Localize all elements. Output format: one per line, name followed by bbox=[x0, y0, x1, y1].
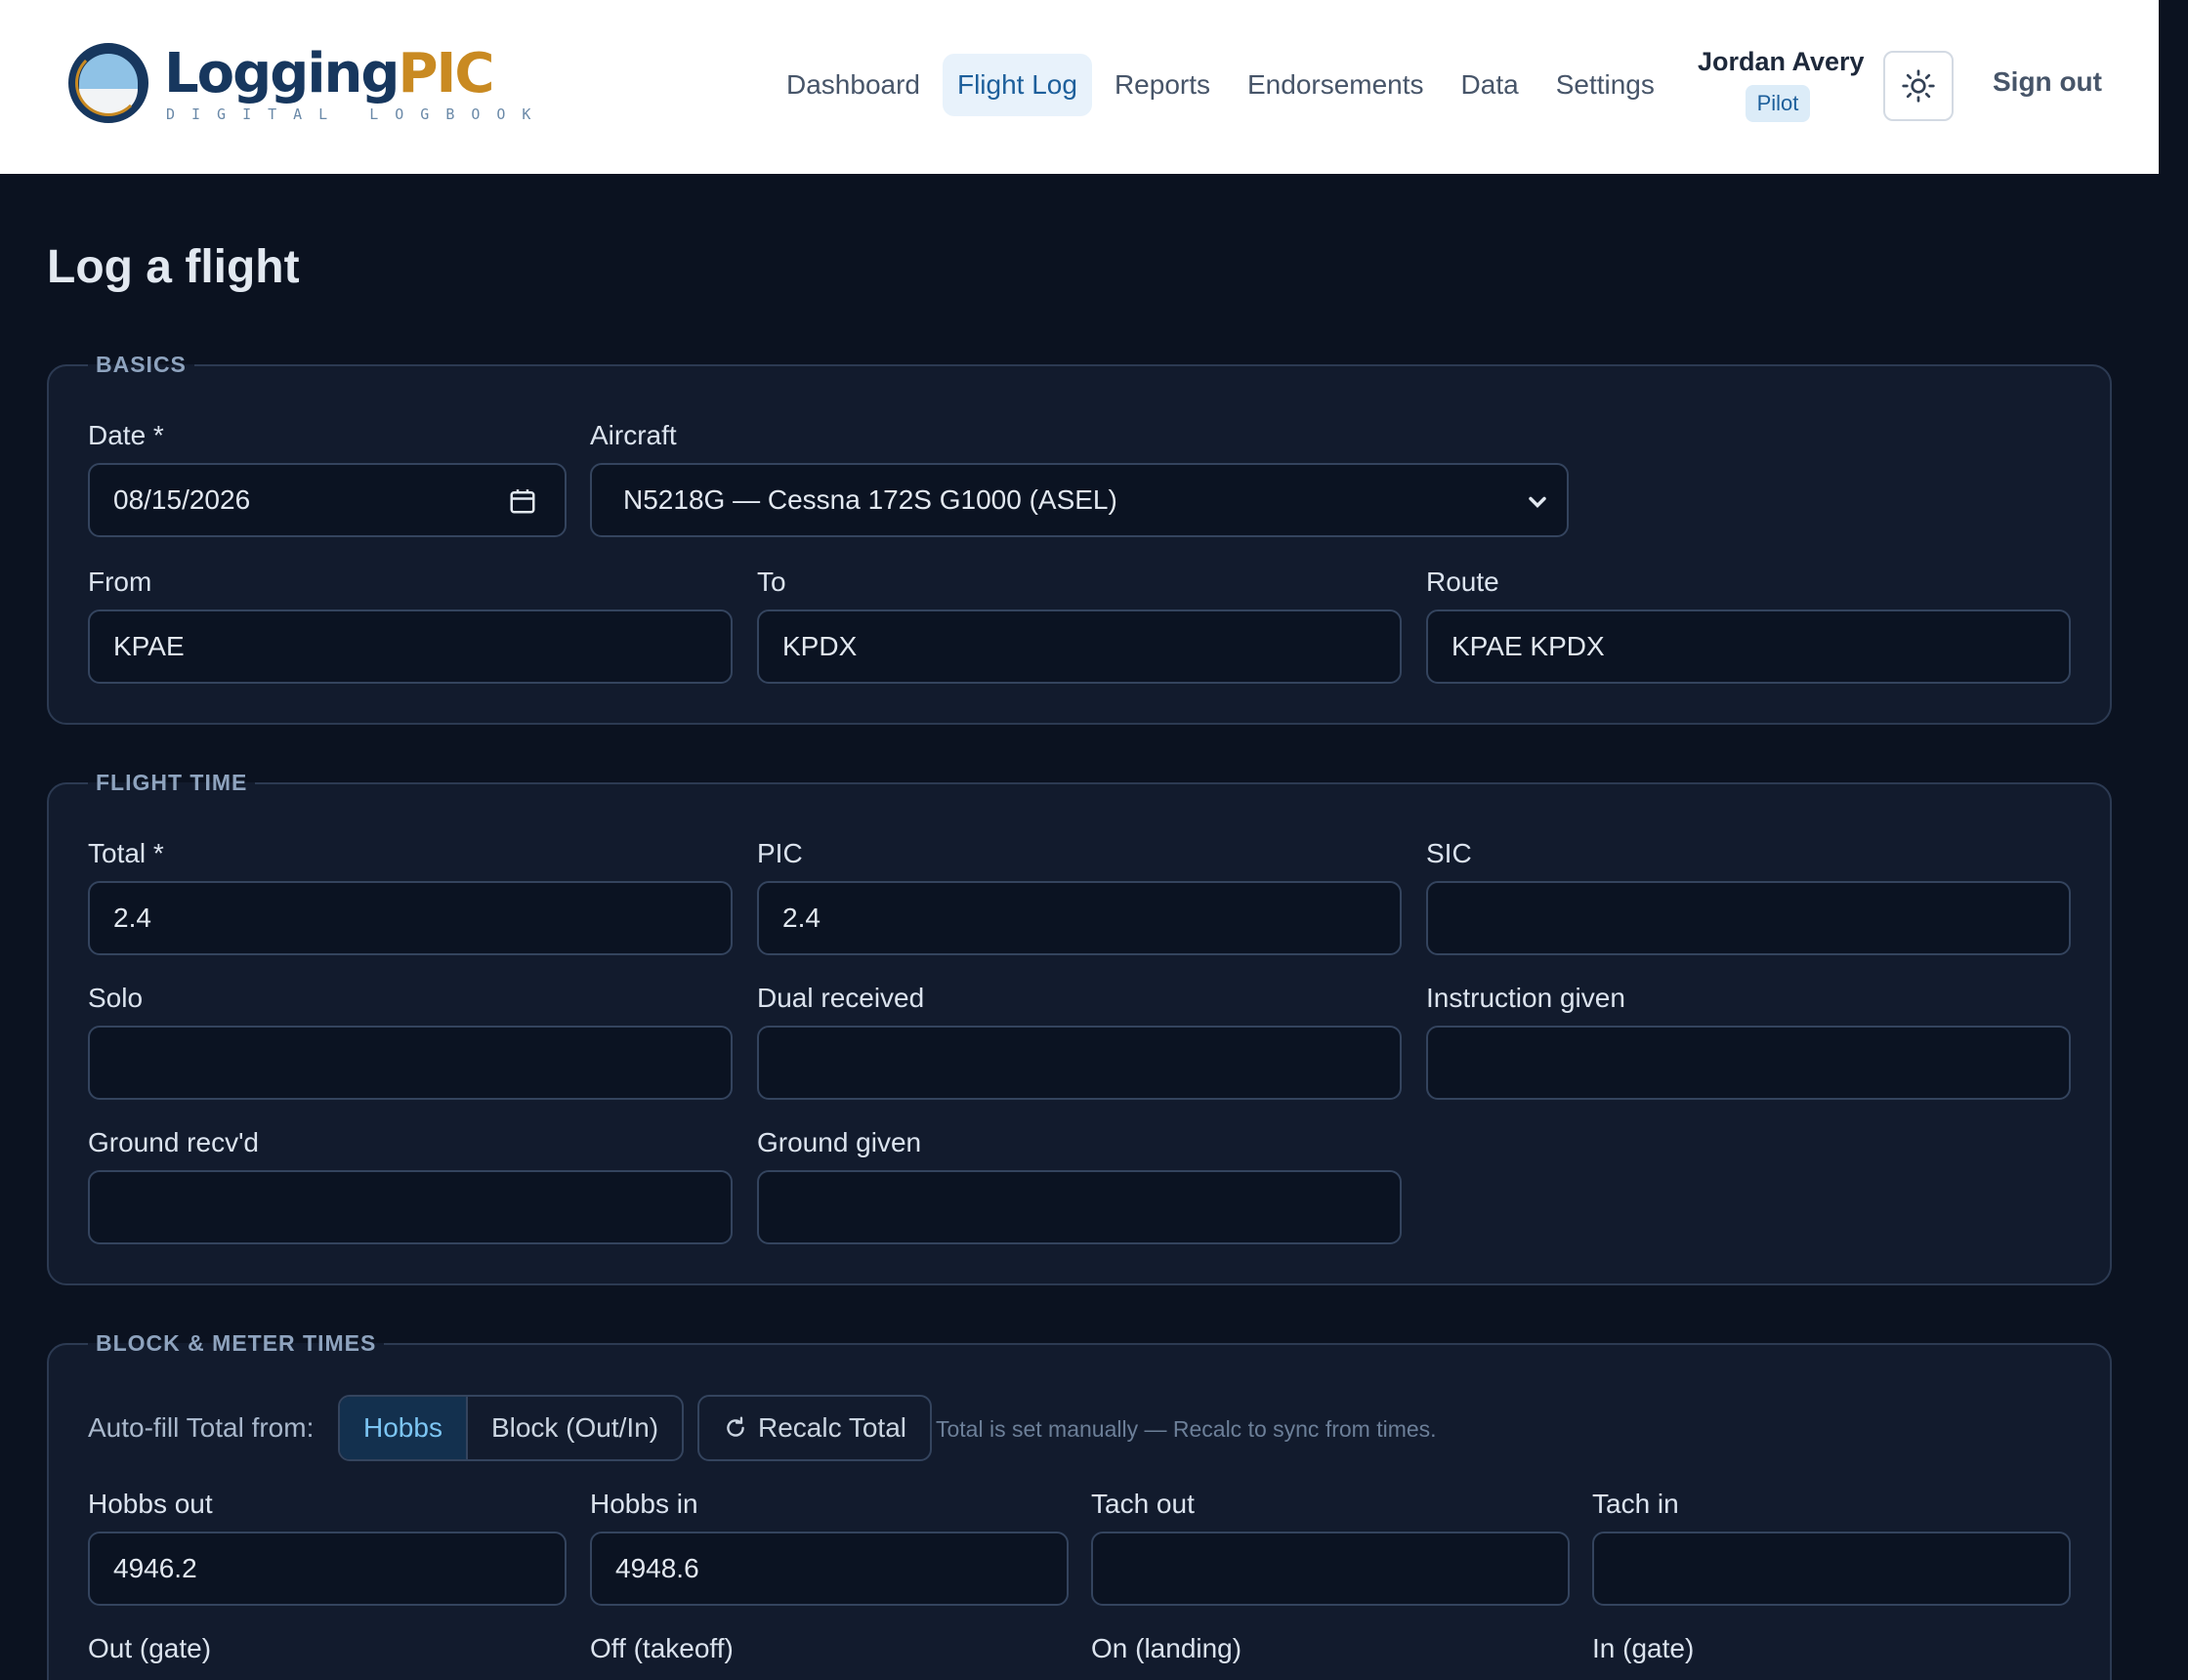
route-label: Route bbox=[1426, 567, 1499, 597]
nav-settings[interactable]: Settings bbox=[1541, 54, 1669, 116]
autofill-hobbs-option[interactable]: Hobbs bbox=[340, 1397, 468, 1459]
block-meter-section: BLOCK & METER TIMES bbox=[47, 1330, 2112, 1680]
date-label: Date * bbox=[88, 420, 164, 450]
basics-legend: BASICS bbox=[96, 352, 187, 377]
date-input[interactable]: 08/15/2026 bbox=[88, 463, 567, 537]
on-landing-label: On (landing) bbox=[1091, 1633, 1242, 1663]
to-label: To bbox=[757, 567, 786, 597]
brand-logo[interactable]: LoggingPIC DIGITAL LOGBOOK bbox=[68, 43, 547, 123]
role-badge: Pilot bbox=[1745, 85, 1811, 122]
from-label: From bbox=[88, 567, 152, 597]
pic-input[interactable]: 2.4 bbox=[757, 881, 1402, 955]
refresh-icon bbox=[727, 1416, 744, 1437]
tach-in-label: Tach in bbox=[1592, 1489, 1679, 1519]
instruction-given-input[interactable] bbox=[1426, 1026, 2071, 1100]
nav-dashboard[interactable]: Dashboard bbox=[772, 54, 935, 116]
recalc-total-label: Recalc Total bbox=[758, 1412, 907, 1443]
sic-input[interactable] bbox=[1426, 881, 2071, 955]
block-meter-legend: BLOCK & METER TIMES bbox=[96, 1330, 377, 1356]
page-title: Log a flight bbox=[47, 241, 300, 293]
brand-subtitle: DIGITAL LOGBOOK bbox=[166, 105, 548, 123]
out-gate-label: Out (gate) bbox=[88, 1633, 212, 1663]
autofill-segmented-control: Hobbs Block (Out/In) bbox=[338, 1395, 685, 1461]
hobbs-in-input[interactable]: 4948.6 bbox=[590, 1532, 1069, 1606]
aircraft-select[interactable]: N5218G — Cessna 172S G1000 (ASEL) bbox=[590, 463, 1569, 537]
tach-out-input[interactable] bbox=[1091, 1532, 1570, 1606]
ground-given-input[interactable] bbox=[757, 1170, 1402, 1244]
user-name: Jordan Avery bbox=[1698, 47, 1865, 76]
scrollbar-gutter bbox=[2159, 0, 2188, 174]
to-input[interactable]: KPDX bbox=[757, 609, 1402, 684]
route-input[interactable]: KPAE KPDX bbox=[1426, 609, 2071, 684]
flight-time-legend: FLIGHT TIME bbox=[96, 770, 248, 795]
sun-icon bbox=[1902, 69, 1935, 103]
tach-in-input[interactable] bbox=[1592, 1532, 2071, 1606]
autofill-label: Auto-fill Total from: bbox=[88, 1412, 315, 1443]
hobbs-in-label: Hobbs in bbox=[590, 1489, 698, 1519]
ground-given-label: Ground given bbox=[757, 1127, 922, 1157]
off-takeoff-label: Off (takeoff) bbox=[590, 1633, 734, 1663]
total-input[interactable]: 2.4 bbox=[88, 881, 733, 955]
autofill-block-option[interactable]: Block (Out/In) bbox=[468, 1397, 682, 1459]
nav-endorsements[interactable]: Endorsements bbox=[1233, 54, 1439, 116]
tach-out-label: Tach out bbox=[1091, 1489, 1195, 1519]
aircraft-label: Aircraft bbox=[590, 420, 677, 450]
top-navbar: LoggingPIC DIGITAL LOGBOOK Dashboard Fli… bbox=[0, 0, 2159, 174]
hobbs-out-label: Hobbs out bbox=[88, 1489, 213, 1519]
main-nav: Dashboard Flight Log Reports Endorsement… bbox=[772, 54, 1669, 116]
solo-input[interactable] bbox=[88, 1026, 733, 1100]
in-gate-label: In (gate) bbox=[1592, 1633, 1695, 1663]
dual-received-input[interactable] bbox=[757, 1026, 1402, 1100]
date-value: 08/15/2026 bbox=[113, 484, 251, 515]
from-input[interactable]: KPAE bbox=[88, 609, 733, 684]
total-label: Total * bbox=[88, 838, 164, 868]
aircraft-value: N5218G — Cessna 172S G1000 (ASEL) bbox=[623, 484, 1117, 515]
dual-received-label: Dual received bbox=[757, 983, 925, 1013]
autofill-hint: Total is set manually — Recalc to sync f… bbox=[936, 1416, 1437, 1442]
sign-out-button[interactable]: Sign out bbox=[1993, 66, 2102, 98]
nav-data[interactable]: Data bbox=[1447, 54, 1534, 116]
sic-label: SIC bbox=[1426, 838, 1472, 868]
user-info: Jordan Avery Pilot bbox=[1698, 47, 1865, 122]
calendar-icon[interactable] bbox=[508, 486, 537, 516]
solo-label: Solo bbox=[88, 983, 144, 1013]
hobbs-out-input[interactable]: 4946.2 bbox=[88, 1532, 567, 1606]
chevron-down-icon bbox=[1529, 496, 1546, 508]
brand-title: LoggingPIC bbox=[164, 42, 494, 105]
instruction-given-label: Instruction given bbox=[1426, 983, 1625, 1013]
nav-flight-log[interactable]: Flight Log bbox=[942, 54, 1092, 116]
ground-received-label: Ground recv'd bbox=[88, 1127, 259, 1157]
pic-label: PIC bbox=[757, 838, 803, 868]
recalc-total-button[interactable]: Recalc Total bbox=[697, 1395, 933, 1461]
theme-toggle-button[interactable] bbox=[1883, 51, 1954, 121]
nav-reports[interactable]: Reports bbox=[1100, 54, 1225, 116]
logo-attitude-icon bbox=[68, 43, 148, 123]
ground-received-input[interactable] bbox=[88, 1170, 733, 1244]
